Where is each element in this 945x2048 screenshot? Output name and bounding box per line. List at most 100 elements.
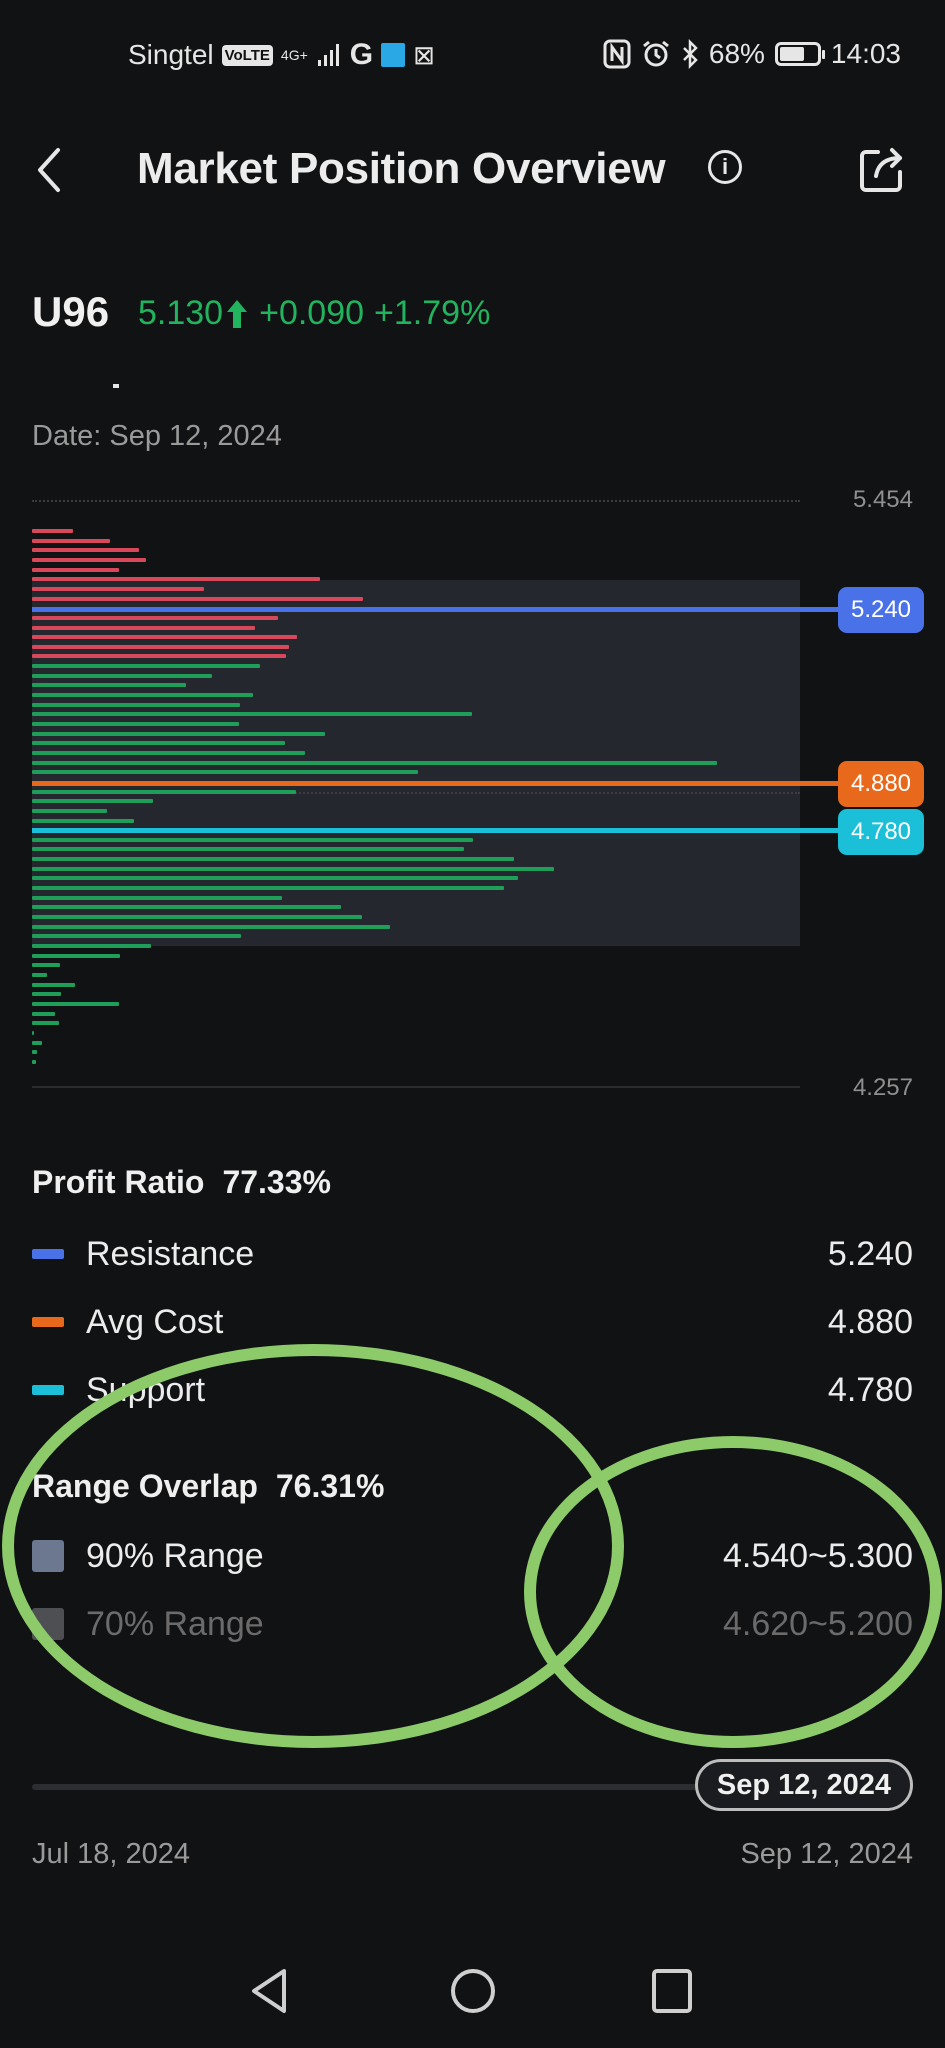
date-slider[interactable]: Sep 12, 2024 bbox=[32, 1759, 913, 1811]
legend-value: 4.620~5.200 bbox=[722, 1604, 913, 1643]
bar-loss bbox=[32, 529, 73, 533]
bar-loss bbox=[32, 586, 204, 591]
bar-profit bbox=[32, 751, 305, 755]
timeline-end-date: Sep 12, 2024 bbox=[740, 1838, 913, 1870]
bar-profit bbox=[32, 982, 75, 987]
back-button[interactable] bbox=[28, 142, 78, 198]
carrier-label: Singtel bbox=[128, 39, 214, 70]
axis-max-label: 5.454 bbox=[852, 486, 913, 513]
bar-profit bbox=[32, 992, 61, 997]
bar-loss bbox=[32, 615, 278, 620]
battery-percent: 68% bbox=[708, 38, 765, 69]
bar-profit bbox=[32, 702, 240, 707]
support-tag: 4.780 bbox=[838, 809, 924, 855]
legend-label: Resistance bbox=[86, 1234, 255, 1273]
bar-profit bbox=[32, 770, 418, 775]
bar-profit bbox=[32, 1011, 55, 1016]
profit-ratio-value: 77.33% bbox=[222, 1164, 331, 1200]
signal-icon bbox=[317, 44, 339, 66]
nav-header: Market Position Overview i bbox=[0, 130, 945, 210]
resistance-tag: 5.240 bbox=[838, 587, 924, 633]
clock: 14:03 bbox=[830, 38, 901, 69]
bar-profit bbox=[32, 924, 390, 929]
alarm-icon bbox=[642, 40, 669, 67]
bar-loss bbox=[32, 538, 110, 543]
nav-recents-icon[interactable] bbox=[650, 1966, 694, 2016]
bar-profit bbox=[32, 876, 518, 881]
bar-profit bbox=[32, 905, 341, 910]
resistance-line bbox=[32, 607, 842, 612]
range-overlap-label: Range Overlap bbox=[32, 1468, 258, 1504]
slider-thumb[interactable]: Sep 12, 2024 bbox=[695, 1759, 913, 1811]
last-price: 5.130 bbox=[138, 294, 224, 332]
gomo-icon bbox=[381, 43, 406, 67]
bluetooth-icon bbox=[682, 39, 698, 69]
bar-profit bbox=[32, 837, 473, 842]
profit-ratio-heading: Profit Ratio 77.33% bbox=[32, 1164, 913, 1201]
status-right: 68% 14:03 bbox=[603, 38, 901, 70]
legend-value: 4.540~5.300 bbox=[722, 1536, 913, 1575]
bar-profit bbox=[32, 693, 253, 698]
support-swatch bbox=[32, 1385, 64, 1395]
nav-back-icon[interactable] bbox=[248, 1966, 292, 2016]
profit-ratio-label: Profit Ratio bbox=[32, 1164, 205, 1200]
bar-loss bbox=[32, 548, 139, 553]
bar-loss bbox=[32, 625, 255, 630]
bar-profit bbox=[32, 915, 362, 919]
bar-loss bbox=[32, 558, 146, 562]
bar-profit bbox=[32, 818, 134, 823]
bar-profit bbox=[32, 972, 47, 977]
bar-loss bbox=[32, 577, 320, 582]
bar-profit bbox=[32, 1040, 42, 1045]
page-title: Market Position Overview bbox=[137, 144, 666, 193]
nav-home-icon[interactable] bbox=[448, 1966, 498, 2016]
bar-loss bbox=[32, 635, 297, 640]
nfc-icon bbox=[603, 39, 631, 69]
ticker-symbol: U96 bbox=[32, 288, 110, 335]
legend-range-90: 90% Range 4.540~5.300 bbox=[32, 1534, 913, 1578]
bar-profit bbox=[32, 722, 239, 726]
bar-profit bbox=[32, 760, 717, 765]
legend-range-70: 70% Range 4.620~5.200 bbox=[32, 1602, 913, 1646]
bar-profit bbox=[32, 953, 120, 958]
bar-profit bbox=[32, 934, 241, 939]
legend-resistance: Resistance 5.240 bbox=[32, 1232, 913, 1276]
legend-label: Avg Cost bbox=[86, 1302, 224, 1341]
range-overlap-value: 76.31% bbox=[275, 1468, 385, 1504]
avg-cost-line bbox=[32, 781, 842, 786]
range-70-swatch bbox=[32, 1608, 64, 1640]
bar-profit bbox=[32, 1021, 59, 1026]
chip-distribution-chart: 5.454 4.257 5.240 4.880 4.780 bbox=[0, 470, 945, 1110]
google-icon: G bbox=[349, 38, 374, 71]
bar-loss bbox=[32, 644, 289, 649]
bar-profit bbox=[32, 847, 464, 852]
bar-profit bbox=[32, 943, 151, 948]
share-icon[interactable] bbox=[856, 142, 906, 198]
legend-support: Support 4.780 bbox=[32, 1368, 913, 1412]
date-label: Date: Sep 12, 2024 bbox=[32, 420, 282, 452]
legend-label: 70% Range bbox=[86, 1604, 264, 1643]
legend-value: 4.880 bbox=[827, 1302, 913, 1341]
bar-loss bbox=[32, 567, 119, 572]
battery-icon bbox=[774, 42, 825, 66]
legend-label: 90% Range bbox=[86, 1536, 264, 1575]
system-nav-bar bbox=[0, 1966, 945, 2026]
bar-profit bbox=[32, 712, 472, 717]
legend-value: 4.780 bbox=[827, 1370, 913, 1409]
resistance-swatch bbox=[32, 1249, 64, 1259]
bar-profit bbox=[32, 866, 554, 871]
price-change: +0.090 bbox=[259, 294, 365, 332]
range-90-swatch bbox=[32, 1540, 64, 1572]
bar-profit bbox=[32, 1030, 34, 1035]
bar-profit bbox=[32, 963, 60, 968]
bar-profit bbox=[32, 683, 186, 688]
price-change-pct: +1.79% bbox=[374, 294, 491, 332]
status-bar: Singtel VoLTE 4G+ G ⊠ 68% 14:03 bbox=[0, 38, 945, 78]
info-icon[interactable]: i bbox=[708, 150, 742, 184]
bar-profit bbox=[32, 799, 153, 804]
price-block: 5.130 +0.090 +1.79% bbox=[138, 294, 490, 333]
bar-profit bbox=[32, 731, 325, 736]
bar-profit bbox=[32, 1001, 119, 1006]
summary-section: Profit Ratio 77.33% Resistance 5.240 Avg … bbox=[32, 1164, 913, 1643]
avg-cost-tag: 4.880 bbox=[838, 761, 924, 807]
